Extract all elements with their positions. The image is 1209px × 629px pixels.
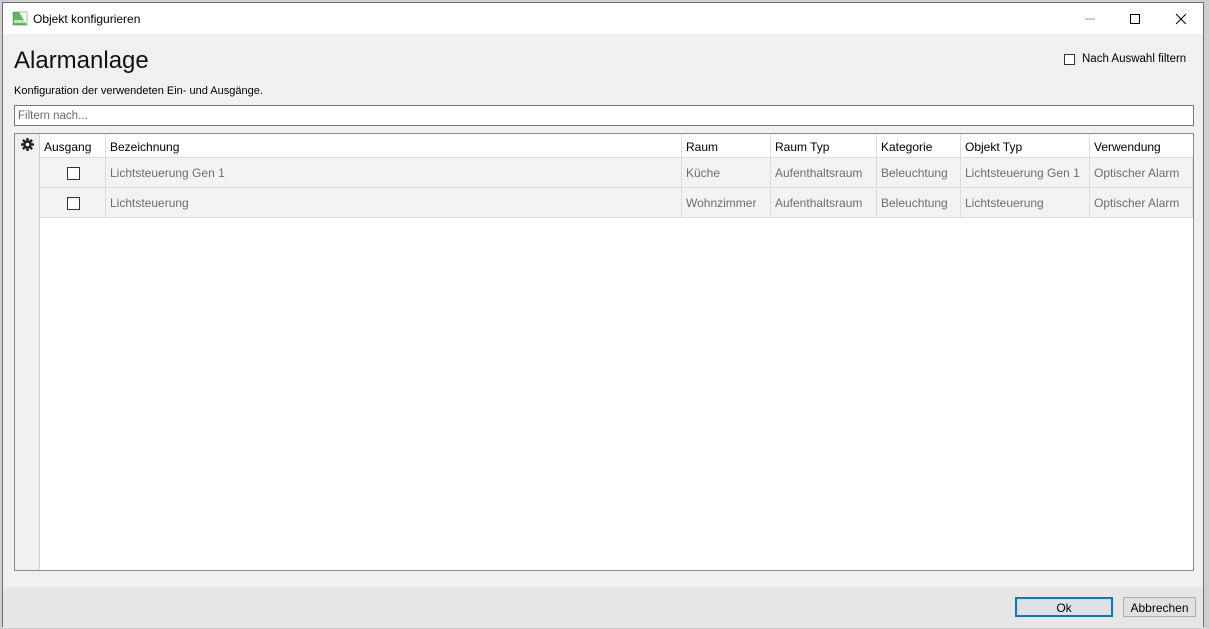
column-header-kategorie[interactable]: Kategorie xyxy=(877,134,961,158)
filter-input[interactable] xyxy=(14,105,1194,126)
dialog-content: Alarmanlage Konfiguration der verwendete… xyxy=(3,34,1203,587)
column-header-raum-typ[interactable]: Raum Typ xyxy=(771,134,877,158)
column-header-ausgang[interactable]: Ausgang xyxy=(40,134,106,158)
close-button[interactable] xyxy=(1158,3,1204,34)
cancel-button[interactable]: Abbrechen xyxy=(1123,597,1196,617)
gear-icon[interactable] xyxy=(21,138,34,151)
table-cell-raum[interactable]: Wohnzimmer xyxy=(682,188,771,218)
maximize-button[interactable] xyxy=(1112,3,1158,34)
close-icon xyxy=(1175,13,1187,25)
table-cell-bezeichnung[interactable]: Lichtsteuerung xyxy=(106,188,682,218)
page-subtitle: Konfiguration der verwendeten Ein- und A… xyxy=(14,85,263,97)
dialog-window: Objekt konfigurieren Alarmanlage Konfigu… xyxy=(2,2,1204,628)
page-title: Alarmanlage xyxy=(14,47,149,74)
ausgang-checkbox[interactable] xyxy=(67,197,80,210)
checkbox-box[interactable] xyxy=(1064,54,1075,66)
column-header-verwendung[interactable]: Verwendung xyxy=(1090,134,1193,158)
row-header-column xyxy=(15,134,40,570)
filter-by-selection-label: Nach Auswahl filtern xyxy=(1082,53,1187,65)
table-cell-objekt-typ[interactable]: Lichtsteuerung xyxy=(961,188,1090,218)
column-header-raum[interactable]: Raum xyxy=(682,134,771,158)
column-header-objekt-typ[interactable]: Objekt Typ xyxy=(961,134,1090,158)
table-cell-raum-typ[interactable]: Aufenthaltsraum xyxy=(771,188,877,218)
title-bar[interactable]: Objekt konfigurieren xyxy=(3,3,1203,34)
filter-by-selection-checkbox[interactable]: Nach Auswahl filtern xyxy=(1064,52,1186,68)
ok-button[interactable]: Ok xyxy=(1015,597,1113,617)
maximize-icon xyxy=(1130,14,1140,24)
io-table: Ausgang Bezeichnung Raum Raum Typ Katego… xyxy=(14,133,1194,571)
table-cell-verwendung[interactable]: Optischer Alarm xyxy=(1090,158,1193,188)
table-cell-objekt-typ[interactable]: Lichtsteuerung Gen 1 xyxy=(961,158,1090,188)
table-cell-bezeichnung[interactable]: Lichtsteuerung Gen 1 xyxy=(106,158,682,188)
table-cell-raum[interactable]: Küche xyxy=(682,158,771,188)
table-row-2-ausgang[interactable] xyxy=(40,188,106,218)
table-cell-kategorie[interactable]: Beleuchtung xyxy=(877,188,961,218)
table-cell-kategorie[interactable]: Beleuchtung xyxy=(877,158,961,188)
table-cell-verwendung[interactable]: Optischer Alarm xyxy=(1090,188,1193,218)
window-title: Objekt konfigurieren xyxy=(33,12,141,26)
table-cell-raum-typ[interactable]: Aufenthaltsraum xyxy=(771,158,877,188)
column-header-bezeichnung[interactable]: Bezeichnung xyxy=(106,134,682,158)
ausgang-checkbox[interactable] xyxy=(67,167,80,180)
minimize-icon xyxy=(1085,18,1095,20)
dialog-footer: Ok Abbrechen xyxy=(3,587,1203,628)
minimize-button[interactable] xyxy=(1067,3,1113,34)
table-row-1-ausgang[interactable] xyxy=(40,158,106,188)
app-icon xyxy=(12,11,28,26)
